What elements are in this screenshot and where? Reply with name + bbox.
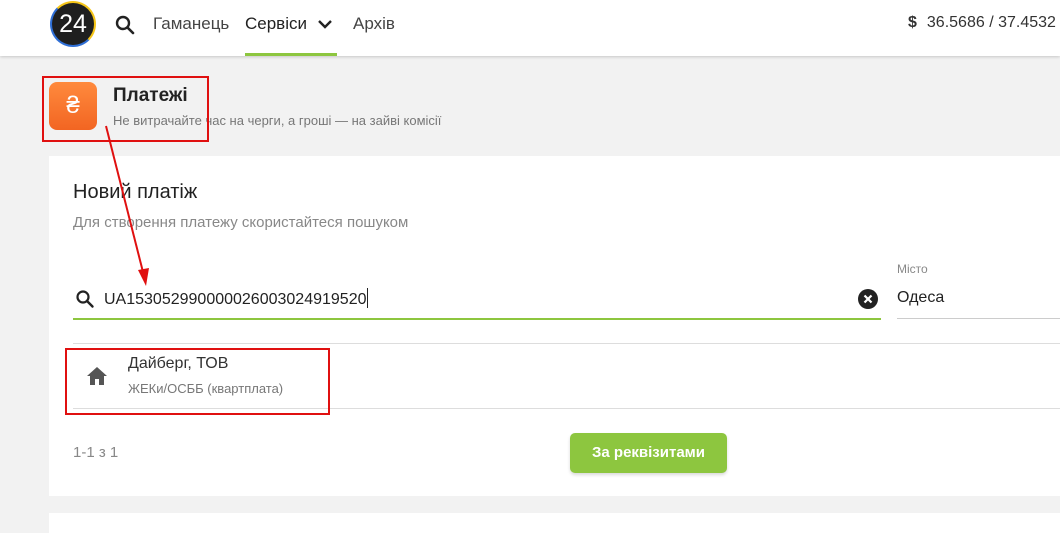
chevron-down-icon[interactable]	[316, 15, 334, 33]
city-value: Одеса	[897, 289, 945, 306]
nav-services[interactable]: Сервіси	[245, 14, 307, 34]
nav-archive[interactable]: Архів	[353, 14, 395, 34]
nav-wallet[interactable]: Гаманець	[153, 14, 229, 34]
new-payment-title: Новий платіж	[73, 181, 198, 203]
text-caret	[367, 288, 369, 308]
payment-search-input[interactable]: UA153052990000026003024919520	[73, 282, 881, 320]
annotation-box-result	[65, 348, 330, 415]
search-input-value[interactable]: UA153052990000026003024919520	[104, 288, 369, 309]
search-icon	[75, 289, 95, 309]
clear-icon[interactable]	[858, 289, 878, 309]
search-icon[interactable]	[114, 14, 136, 36]
active-tab-indicator	[245, 53, 337, 56]
pagination-info: 1-1 з 1	[73, 444, 119, 461]
top-bar: 24 Гаманець Сервіси Архів $36.5686 / 37.…	[0, 0, 1060, 56]
privat24-logo[interactable]: 24	[50, 1, 96, 47]
by-requisites-button[interactable]: За реквізитами	[570, 433, 727, 473]
next-card	[49, 513, 1060, 533]
new-payment-card	[49, 156, 1060, 496]
search-value-text: UA153052990000026003024919520	[104, 291, 367, 308]
currency-rate: $36.5686 / 37.4532	[908, 14, 1056, 32]
city-label: Місто	[897, 262, 928, 276]
annotation-box-header	[42, 76, 209, 142]
currency-rate-value: 36.5686 / 37.4532	[926, 14, 1056, 31]
city-input[interactable]: Одеса	[897, 282, 1060, 319]
new-payment-subtitle: Для створення платежу скористайтеся пошу…	[73, 214, 409, 231]
dollar-icon: $	[908, 14, 917, 31]
